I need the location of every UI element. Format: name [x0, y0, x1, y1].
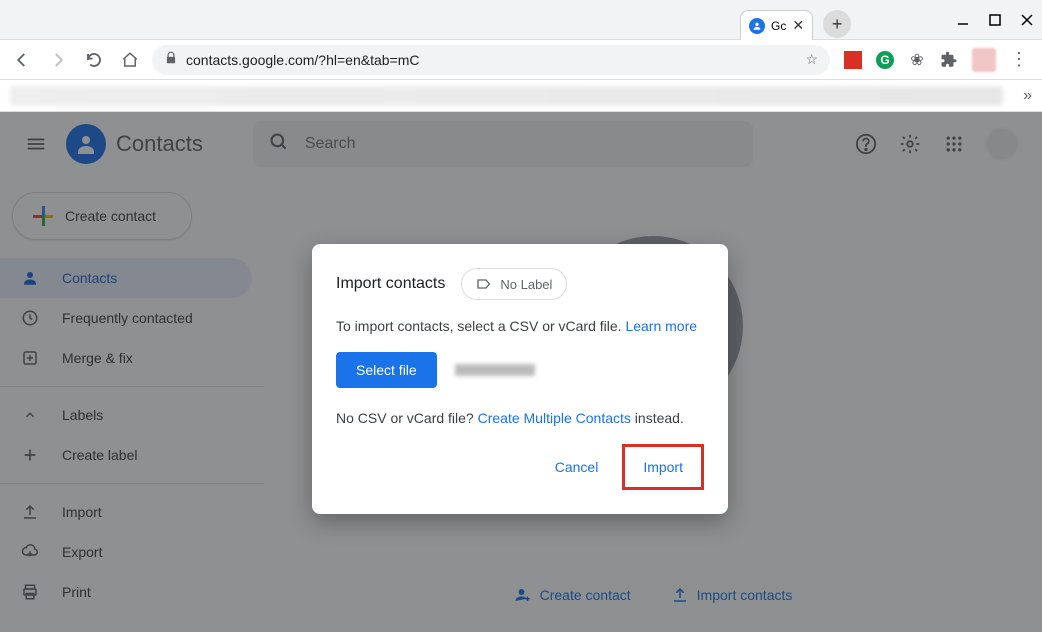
- reload-button[interactable]: [80, 46, 108, 74]
- dialog-title: Import contacts: [336, 275, 445, 293]
- bookmarks-overflow-icon[interactable]: »: [1023, 87, 1032, 105]
- cancel-button[interactable]: Cancel: [539, 444, 615, 490]
- label-chip-text: No Label: [500, 277, 552, 292]
- dialog-no-file-text: No CSV or vCard file? Create Multiple Co…: [336, 410, 704, 426]
- window-titlebar: Gc ✕ +: [0, 0, 1042, 40]
- home-button[interactable]: [116, 46, 144, 74]
- extension-icons: G ❀ ⋮: [838, 48, 1034, 72]
- extension-red-icon[interactable]: [844, 51, 862, 69]
- url-field[interactable]: contacts.google.com/?hl=en&tab=mC ☆: [152, 45, 830, 75]
- tab-title: Gc: [771, 19, 786, 33]
- bookmarks-blurred: [10, 86, 1003, 106]
- extension-grammarly-icon[interactable]: G: [876, 51, 894, 69]
- back-button[interactable]: [8, 46, 36, 74]
- new-tab-button[interactable]: +: [823, 10, 851, 38]
- selected-filename: [455, 364, 535, 376]
- address-bar: contacts.google.com/?hl=en&tab=mC ☆ G ❀ …: [0, 40, 1042, 80]
- maximize-icon[interactable]: [988, 13, 1002, 27]
- select-file-button[interactable]: Select file: [336, 352, 437, 388]
- bookmarks-bar: »: [0, 80, 1042, 112]
- import-button[interactable]: Import: [627, 451, 699, 483]
- tab-favicon-icon: [749, 18, 765, 34]
- label-icon: [476, 276, 492, 292]
- dialog-description: To import contacts, select a CSV or vCar…: [336, 318, 704, 334]
- browser-tab[interactable]: Gc ✕: [740, 10, 813, 40]
- url-text: contacts.google.com/?hl=en&tab=mC: [186, 52, 419, 68]
- star-icon[interactable]: ☆: [805, 51, 818, 68]
- tabs-bar: Gc ✕ +: [0, 0, 922, 40]
- learn-more-link[interactable]: Learn more: [625, 318, 697, 334]
- import-contacts-dialog: Import contacts No Label To import conta…: [312, 244, 728, 514]
- extensions-puzzle-icon[interactable]: [940, 51, 958, 69]
- import-highlight-box: Import: [622, 444, 704, 490]
- close-window-icon[interactable]: [1020, 13, 1034, 27]
- create-multiple-link[interactable]: Create Multiple Contacts: [478, 410, 631, 426]
- profile-chip[interactable]: [972, 48, 996, 72]
- extension-gray-icon[interactable]: ❀: [908, 51, 926, 69]
- forward-button: [44, 46, 72, 74]
- browser-menu-icon[interactable]: ⋮: [1010, 49, 1028, 70]
- tab-close-icon[interactable]: ✕: [792, 17, 804, 34]
- label-chip[interactable]: No Label: [461, 268, 567, 300]
- minimize-icon[interactable]: [956, 13, 970, 27]
- lock-icon: [164, 51, 178, 68]
